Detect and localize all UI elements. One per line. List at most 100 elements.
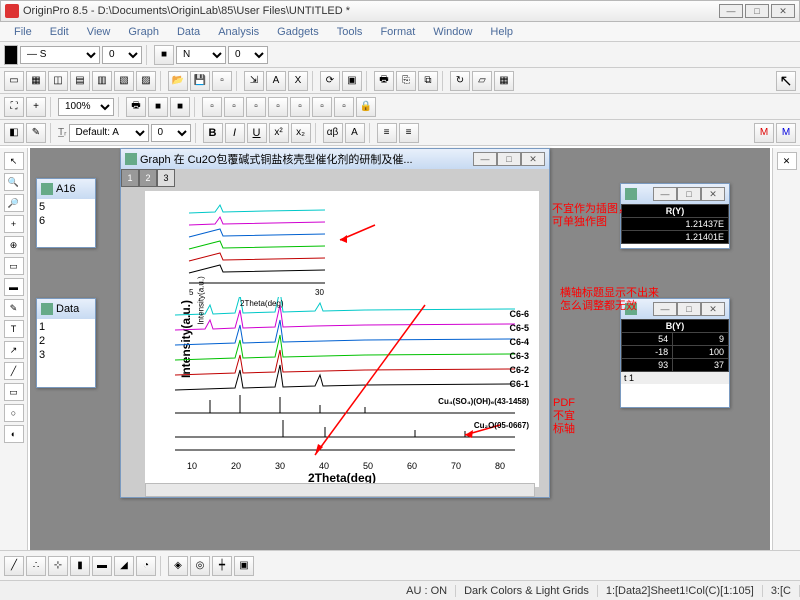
menu-data[interactable]: Data <box>169 24 208 40</box>
stock-button[interactable]: ┿ <box>212 556 232 576</box>
save-template-button[interactable]: ▫ <box>212 71 232 91</box>
contour-button[interactable]: ◎ <box>190 556 210 576</box>
line-symbol-button[interactable]: ⊹ <box>48 556 68 576</box>
marker-fill-button[interactable]: ■ <box>154 45 174 65</box>
menu-help[interactable]: Help <box>482 24 521 40</box>
worksheet-data[interactable]: Data 1 2 3 <box>36 298 96 388</box>
font-size-select[interactable]: 0 <box>151 124 191 142</box>
btn-d[interactable]: ▫ <box>224 97 244 117</box>
btn-e[interactable]: ▫ <box>246 97 266 117</box>
worksheet-a16[interactable]: A16 56 <box>36 178 96 248</box>
italic-button[interactable]: I <box>225 123 245 143</box>
pie-plot-button[interactable]: ◔ <box>136 556 156 576</box>
screen-reader-tool[interactable]: ⊕ <box>4 236 24 254</box>
data-panel-r[interactable]: — □ ✕ R(Y) 1.21437E 1.21401E <box>620 183 730 249</box>
greek-button[interactable]: αβ <box>323 123 343 143</box>
btn-i[interactable]: ▫ <box>334 97 354 117</box>
align-center-button[interactable]: ≡ <box>399 123 419 143</box>
column-plot-button[interactable]: ▮ <box>70 556 90 576</box>
duplicate-button[interactable]: ⧉ <box>418 71 438 91</box>
new-notes-button[interactable]: ▨ <box>136 71 156 91</box>
layer-tab-1[interactable]: 1 <box>121 169 139 187</box>
plot-area[interactable]: Intensity(a.u.) 2Theta(deg) <box>145 191 539 487</box>
col-header[interactable]: B(Y) <box>622 320 729 333</box>
data-panel-b[interactable]: — □ ✕ B(Y) 549 -18100 9337 t 1 <box>620 298 730 408</box>
unmask-button[interactable]: M <box>776 123 796 143</box>
line-color-button[interactable] <box>4 45 18 65</box>
btn-b[interactable]: ■ <box>170 97 190 117</box>
menu-gadgets[interactable]: Gadgets <box>269 24 327 40</box>
menu-window[interactable]: Window <box>425 24 480 40</box>
menu-tools[interactable]: Tools <box>329 24 371 40</box>
bar-plot-button[interactable]: ▬ <box>92 556 112 576</box>
zoom-select[interactable]: 100% <box>58 98 114 116</box>
graph-window[interactable]: Graph 在 Cu2O包覆碱式铜盐核壳型催化剂的研制及催... — □ ✕ 1… <box>120 148 550 498</box>
zoom-in-tool[interactable]: 🔍 <box>4 173 24 191</box>
recalc-button[interactable]: ⟳ <box>320 71 340 91</box>
line-tool[interactable]: ╱ <box>4 362 24 380</box>
panel-max[interactable]: □ <box>677 187 701 201</box>
sheet-tab[interactable]: t 1 <box>621 372 729 384</box>
col-header[interactable]: R(Y) <box>622 205 729 218</box>
cursor-icon[interactable]: ↖ <box>776 71 796 91</box>
menu-edit[interactable]: Edit <box>42 24 77 40</box>
btn-c[interactable]: ▫ <box>202 97 222 117</box>
superscript-button[interactable]: x² <box>269 123 289 143</box>
menu-file[interactable]: File <box>6 24 40 40</box>
print-button[interactable]: 🖶 <box>374 71 394 91</box>
batch-button[interactable]: ▣ <box>342 71 362 91</box>
graph-close-button[interactable]: ✕ <box>521 152 545 166</box>
mask-tool[interactable]: ▬ <box>4 278 24 296</box>
new-workbook-button[interactable]: ▦ <box>26 71 46 91</box>
minimize-button[interactable]: — <box>719 4 743 18</box>
graph-scroll-h[interactable] <box>145 483 535 497</box>
new-graph-button[interactable]: ◫ <box>48 71 68 91</box>
btn-g[interactable]: ▫ <box>290 97 310 117</box>
bold-button[interactable]: B <box>203 123 223 143</box>
lock-icon[interactable]: 🔒 <box>356 97 376 117</box>
import-wizard-button[interactable]: ⇲ <box>244 71 264 91</box>
btn-a[interactable]: ■ <box>148 97 168 117</box>
menu-analysis[interactable]: Analysis <box>210 24 267 40</box>
font-color-button[interactable]: A <box>345 123 365 143</box>
refresh-button[interactable]: ↻ <box>450 71 470 91</box>
subscript-button[interactable]: x₂ <box>291 123 311 143</box>
line-plot-button[interactable]: ╱ <box>4 556 24 576</box>
marker-size-select[interactable]: 0 <box>228 46 268 64</box>
import-ascii-button[interactable]: A <box>266 71 286 91</box>
layer-tab-2[interactable]: 2 <box>139 169 157 187</box>
draw-data-tool[interactable]: ✎ <box>4 299 24 317</box>
menu-graph[interactable]: Graph <box>120 24 167 40</box>
menu-view[interactable]: View <box>79 24 119 40</box>
graph-max-button[interactable]: □ <box>497 152 521 166</box>
copy-page-button[interactable]: ⎘ <box>396 71 416 91</box>
dock-toggle[interactable]: ✕ <box>777 152 797 170</box>
layer-tab-3[interactable]: 3 <box>157 169 175 187</box>
data-selector-tool[interactable]: ▭ <box>4 257 24 275</box>
mask-button[interactable]: M <box>754 123 774 143</box>
area-plot-button[interactable]: ◢ <box>114 556 134 576</box>
panel-max[interactable]: □ <box>677 302 701 316</box>
line-width-select[interactable]: 0 <box>102 46 142 64</box>
graph-min-button[interactable]: — <box>473 152 497 166</box>
new-project-button[interactable]: ▭ <box>4 71 24 91</box>
zoom-out-tool[interactable]: 🔎 <box>4 194 24 212</box>
arrow-tool[interactable]: ↗ <box>4 341 24 359</box>
import-excel-button[interactable]: X <box>288 71 308 91</box>
line-style-select[interactable]: — S <box>20 46 100 64</box>
new-excel-button[interactable]: ▥ <box>92 71 112 91</box>
rescale-button[interactable]: ⛶ <box>4 97 24 117</box>
text-tool[interactable]: T <box>4 320 24 338</box>
cascade-button[interactable]: ▱ <box>472 71 492 91</box>
close-button[interactable]: ✕ <box>771 4 795 18</box>
underline-button[interactable]: U <box>247 123 267 143</box>
panel-min[interactable]: — <box>653 187 677 201</box>
reader-tool[interactable]: + <box>4 215 24 233</box>
3d-plot-button[interactable]: ◈ <box>168 556 188 576</box>
scatter-plot-button[interactable]: ∴ <box>26 556 46 576</box>
btn-h[interactable]: ▫ <box>312 97 332 117</box>
save-button[interactable]: 💾 <box>190 71 210 91</box>
print-preview-button[interactable]: 🖶 <box>126 97 146 117</box>
theme-button[interactable]: ◧ <box>4 123 24 143</box>
template-button[interactable]: ▣ <box>234 556 254 576</box>
